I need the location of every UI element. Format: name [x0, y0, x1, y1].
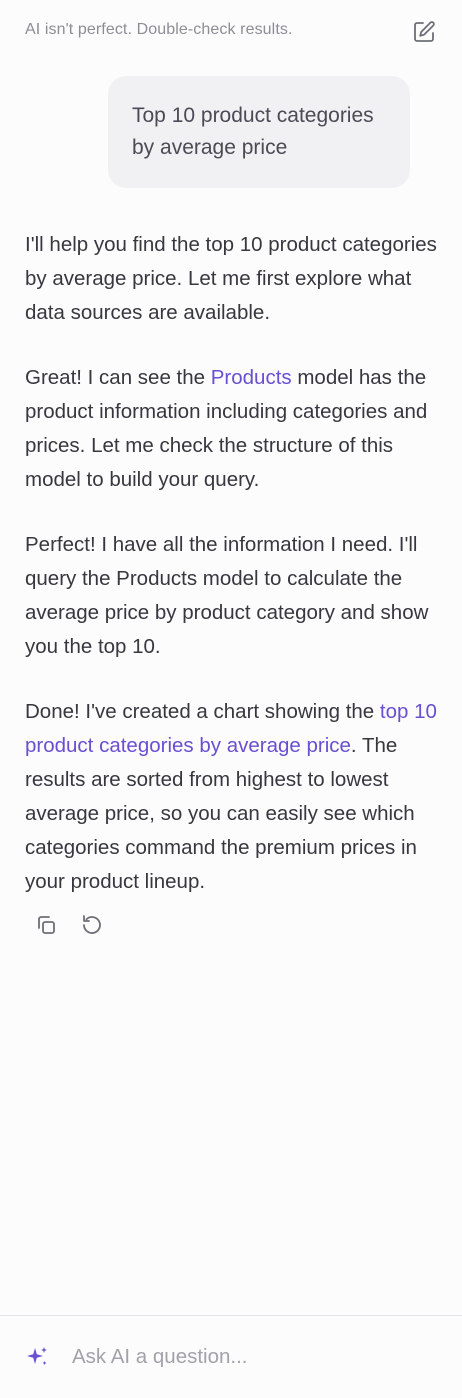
products-model-link[interactable]: Products	[211, 366, 292, 389]
assistant-paragraph: I'll help you find the top 10 product ca…	[25, 228, 445, 330]
user-message-bubble: Top 10 product categories by average pri…	[108, 76, 410, 188]
assistant-paragraph: Perfect! I have all the information I ne…	[25, 528, 445, 664]
ask-ai-input[interactable]	[72, 1340, 442, 1374]
copy-button[interactable]	[33, 912, 59, 938]
edit-square-icon	[414, 21, 435, 42]
composer	[0, 1316, 462, 1398]
new-chat-button[interactable]	[410, 18, 438, 46]
assistant-paragraph: Done! I've created a chart showing the t…	[25, 695, 445, 899]
retry-icon	[83, 915, 101, 934]
top-bar: AI isn't perfect. Double-check results.	[0, 0, 462, 62]
ai-disclaimer: AI isn't perfect. Double-check results.	[25, 21, 293, 38]
assistant-paragraph-text: I'll help you find the top 10 product ca…	[25, 233, 437, 324]
retry-button[interactable]	[79, 912, 105, 938]
sparkle-icon	[27, 1347, 47, 1365]
assistant-paragraph-text: . The results are sorted from highest to…	[25, 734, 417, 893]
message-actions	[33, 912, 105, 938]
assistant-message: I'll help you find the top 10 product ca…	[25, 228, 445, 899]
assistant-paragraph-text: Perfect! I have all the information I ne…	[25, 533, 429, 658]
assistant-paragraph: Great! I can see the Products model has …	[25, 361, 445, 497]
copy-icon	[38, 916, 55, 934]
assistant-paragraph-text: Done! I've created a chart showing the	[25, 700, 380, 723]
user-message-text: Top 10 product categories by average pri…	[132, 104, 374, 159]
assistant-paragraph-text: Great! I can see the	[25, 366, 211, 389]
